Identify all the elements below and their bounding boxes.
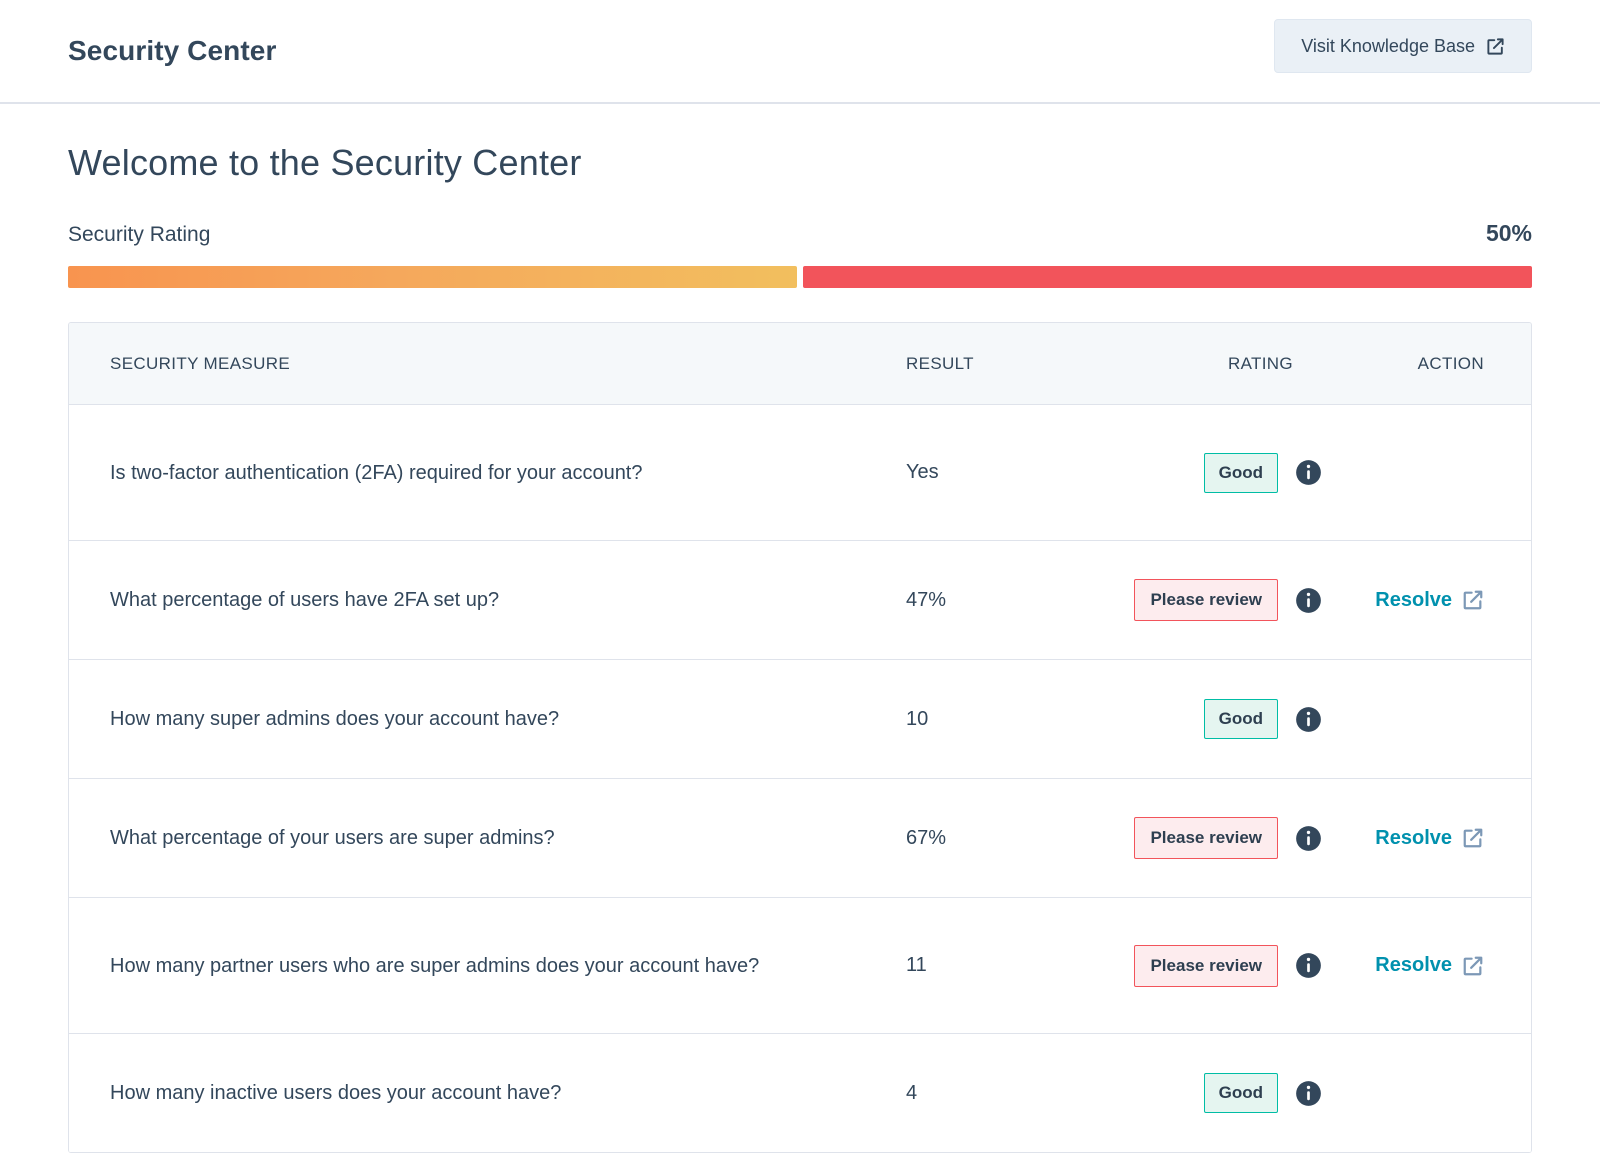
progress-filled-segment xyxy=(68,266,797,288)
table-row: Is two-factor authentication (2FA) requi… xyxy=(69,405,1531,541)
cell-security-measure: Is two-factor authentication (2FA) requi… xyxy=(69,458,906,488)
cell-action: Resolve xyxy=(1351,954,1531,977)
welcome-heading: Welcome to the Security Center xyxy=(68,104,1532,184)
column-header-result: RESULT xyxy=(906,354,1106,374)
table-row: How many super admins does your account … xyxy=(69,660,1531,779)
external-link-icon xyxy=(1486,37,1505,56)
cell-security-measure: How many inactive users does your accoun… xyxy=(69,1078,906,1108)
status-badge: Good xyxy=(1204,1073,1278,1113)
cell-rating: Please review xyxy=(1106,817,1351,859)
external-link-icon xyxy=(1462,827,1484,849)
status-badge: Please review xyxy=(1134,579,1278,621)
cell-rating: Please review xyxy=(1106,579,1351,621)
status-badge: Good xyxy=(1204,699,1278,739)
status-badge: Please review xyxy=(1134,945,1278,987)
security-rating-progress-bar xyxy=(68,266,1532,288)
app-header: Security Center Visit Knowledge Base xyxy=(0,0,1600,104)
table-body: Is two-factor authentication (2FA) requi… xyxy=(69,405,1531,1153)
progress-remaining-segment xyxy=(803,266,1532,288)
cell-action: Resolve xyxy=(1351,589,1531,612)
table-row: What percentage of your users are super … xyxy=(69,779,1531,898)
cell-result: 11 xyxy=(906,954,1106,977)
security-rating-label: Security Rating xyxy=(68,223,210,247)
cell-result: 47% xyxy=(906,589,1106,612)
info-icon[interactable] xyxy=(1295,1080,1322,1107)
info-icon[interactable] xyxy=(1295,952,1322,979)
cell-rating: Good xyxy=(1106,1073,1351,1113)
info-icon[interactable] xyxy=(1295,587,1322,614)
cell-security-measure: How many super admins does your account … xyxy=(69,704,906,734)
cell-security-measure: What percentage of your users are super … xyxy=(69,823,906,853)
cell-result: 4 xyxy=(906,1082,1106,1105)
security-rating-value: 50% xyxy=(1486,220,1532,247)
cell-rating: Good xyxy=(1106,453,1351,493)
table-row: What percentage of users have 2FA set up… xyxy=(69,541,1531,660)
visit-knowledge-base-button[interactable]: Visit Knowledge Base xyxy=(1274,19,1532,73)
cell-action: Resolve xyxy=(1351,827,1531,850)
table-header-row: SECURITY MEASURE RESULT RATING ACTION xyxy=(69,323,1531,405)
column-header-security-measure: SECURITY MEASURE xyxy=(69,351,906,377)
cell-rating: Good xyxy=(1106,699,1351,739)
info-icon[interactable] xyxy=(1295,459,1322,486)
page-title: Security Center xyxy=(68,35,276,67)
external-link-icon xyxy=(1462,589,1484,611)
info-icon[interactable] xyxy=(1295,825,1322,852)
cell-rating: Please review xyxy=(1106,945,1351,987)
cell-result: 67% xyxy=(906,827,1106,850)
main-content: Welcome to the Security Center Security … xyxy=(0,104,1600,1153)
security-measures-table: SECURITY MEASURE RESULT RATING ACTION Is… xyxy=(68,322,1532,1153)
table-row: How many partner users who are super adm… xyxy=(69,898,1531,1034)
status-badge: Please review xyxy=(1134,817,1278,859)
column-header-action: ACTION xyxy=(1351,354,1531,374)
external-link-icon xyxy=(1462,955,1484,977)
status-badge: Good xyxy=(1204,453,1278,493)
resolve-label: Resolve xyxy=(1375,954,1452,977)
visit-knowledge-base-label: Visit Knowledge Base xyxy=(1301,36,1475,57)
security-rating-row: Security Rating 50% xyxy=(68,220,1532,247)
resolve-link[interactable]: Resolve xyxy=(1375,827,1484,850)
cell-security-measure: What percentage of users have 2FA set up… xyxy=(69,585,906,615)
resolve-link[interactable]: Resolve xyxy=(1375,954,1484,977)
cell-result: Yes xyxy=(906,461,1106,484)
cell-security-measure: How many partner users who are super adm… xyxy=(69,951,906,981)
cell-result: 10 xyxy=(906,708,1106,731)
resolve-link[interactable]: Resolve xyxy=(1375,589,1484,612)
info-icon[interactable] xyxy=(1295,706,1322,733)
table-row: How many inactive users does your accoun… xyxy=(69,1034,1531,1153)
resolve-label: Resolve xyxy=(1375,827,1452,850)
resolve-label: Resolve xyxy=(1375,589,1452,612)
column-header-rating: RATING xyxy=(1106,354,1351,374)
